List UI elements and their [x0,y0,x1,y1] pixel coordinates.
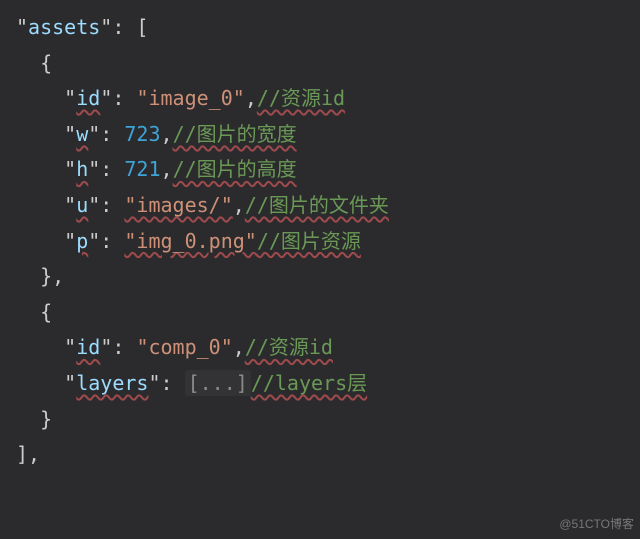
open-quote: " [64,229,76,253]
comment: //layers层 [251,371,367,395]
comma: , [233,335,245,359]
open-quote: " [64,86,76,110]
colon: ": [88,229,124,253]
line-h: "h": 721,//图片的高度 [16,152,624,188]
line-assets-open: "assets": [ [16,10,624,46]
open-quote: " [64,335,76,359]
line-brace-close-1: }, [16,259,624,295]
bracket-close: ], [16,442,40,466]
brace-close: }, [40,264,64,288]
line-brace-close-2: } [16,402,624,438]
line-u: "u": "images/",//图片的文件夹 [16,188,624,224]
open-quote: " [64,193,76,217]
key-layers: layers [76,371,148,395]
line-p: "p": "img_0.png"//图片资源 [16,224,624,260]
key-id: id [76,86,100,110]
open-quote: " [64,157,76,181]
line-brace-open: { [16,46,624,82]
brace-open: { [40,300,52,324]
key-p: p [76,229,88,253]
comma: , [245,86,257,110]
colon: ": [88,193,124,217]
folded-ellipsis[interactable]: [...] [185,370,251,396]
watermark: @51CTO博客 [559,514,634,535]
key-h: h [76,157,88,181]
line-id-2: "id": "comp_0",//资源id [16,330,624,366]
colon: ": [88,157,124,181]
line-id-1: "id": "image_0",//资源id [16,81,624,117]
line-w: "w": 723,//图片的宽度 [16,117,624,153]
open-quote: " [64,122,76,146]
comment: //图片资源 [257,229,361,253]
comment: //资源id [257,86,345,110]
val-img0png: "img_0.png" [124,229,256,253]
val-721: 721 [124,157,160,181]
comment: //资源id [245,335,333,359]
colon: ": [100,86,136,110]
bracket-open: [ [136,15,148,39]
brace-close: } [40,407,52,431]
brace-open: { [40,51,52,75]
quote-colon: ": [100,15,136,39]
comma: , [161,122,173,146]
line-bracket-close: ], [16,437,624,473]
comment: //图片的宽度 [173,122,297,146]
comma: , [161,157,173,181]
colon: ": [148,371,184,395]
key-u: u [76,193,88,217]
val-image_0: "image_0" [136,86,244,110]
key-id: id [76,335,100,359]
colon: ": [88,122,124,146]
code-block: "assets": [ { "id": "image_0",//资源id "w"… [16,10,624,473]
open-quote: " [64,371,76,395]
colon: ": [100,335,136,359]
comment: //图片的文件夹 [245,193,389,217]
val-723: 723 [124,122,160,146]
comma: , [233,193,245,217]
comment: //图片的高度 [173,157,297,181]
val-comp0: "comp_0" [136,335,232,359]
quote: " [16,15,28,39]
line-layers: "layers": [...]//layers层 [16,366,624,402]
val-images: "images/" [124,193,232,217]
line-brace-open-2: { [16,295,624,331]
key-assets: assets [28,15,100,39]
key-w: w [76,122,88,146]
